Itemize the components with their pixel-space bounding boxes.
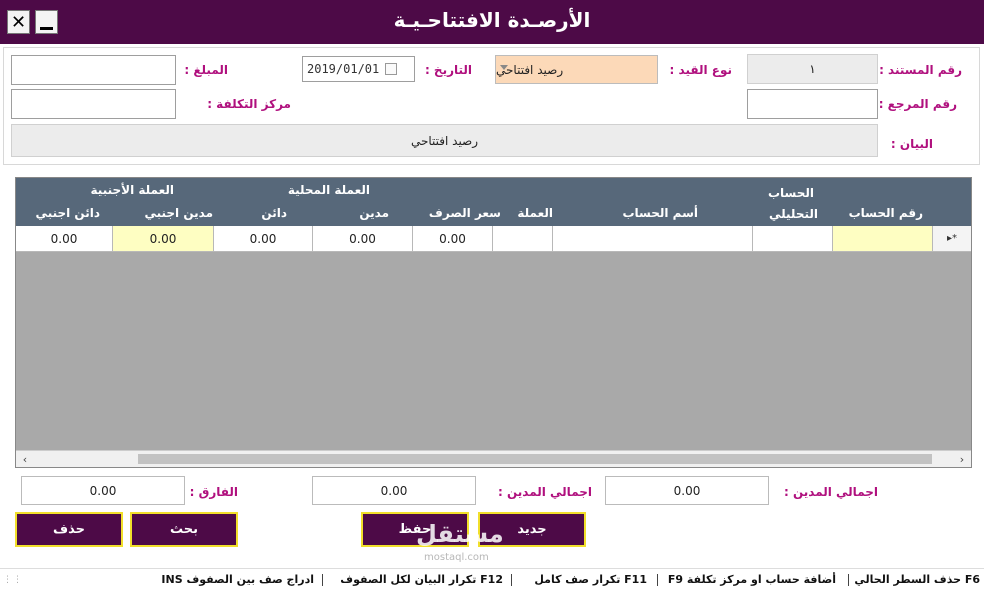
description-value: رصيد افتتاحي — [410, 133, 479, 148]
description-field[interactable]: رصيد افتتاحي — [11, 124, 878, 157]
shortcut-f11: F11 تكرار صف كامل — [534, 573, 647, 586]
watermark-logo: مستقل — [416, 520, 504, 548]
entry-type-select[interactable]: رصيد افتتاحي — [495, 55, 658, 84]
doc-no-label: رقم المستند : — [879, 63, 962, 77]
cell-account-no[interactable] — [833, 226, 933, 252]
cost-center-input[interactable] — [11, 89, 176, 119]
debit-total-field-1: 0.00 — [605, 476, 769, 505]
debit-total-label-2: اجمالي المدين : — [497, 485, 592, 499]
col-analytic-line2[interactable]: التحليلي — [769, 207, 818, 221]
chevron-down-icon — [500, 65, 508, 70]
cell-foreign-credit[interactable]: 0.00 — [16, 226, 113, 252]
cell-local-debit[interactable]: 0.00 — [313, 226, 413, 252]
shortcut-f12: F12 تكرار البيان لكل الصفوف — [340, 573, 503, 586]
col-foreign-credit[interactable]: دائن اجنبي — [36, 206, 100, 220]
col-group-foreign: العملة الأجنبية — [90, 183, 174, 197]
col-account-no[interactable]: رقم الحساب — [849, 206, 923, 220]
grid-header: رقم الحساب الحساب التحليلي أسم الحساب ال… — [16, 178, 971, 226]
cell-local-credit[interactable]: 0.00 — [214, 226, 313, 252]
col-local-credit[interactable]: دائن — [261, 206, 287, 220]
resize-grip-icon: ⋮⋮ — [3, 575, 23, 585]
cell-account-name[interactable] — [553, 226, 753, 252]
col-currency[interactable]: العملة — [517, 206, 553, 220]
window-title: الأرصـدة الافتتاحـيـة — [393, 8, 591, 32]
cell-analytic[interactable] — [753, 226, 833, 252]
ref-no-label: رقم المرجع : — [878, 97, 957, 111]
col-local-debit[interactable]: مدين — [359, 206, 389, 220]
chevron-right-icon[interactable]: › — [954, 452, 970, 466]
status-bar: ⋮⋮ F6 حذف السطر الحالي أضافة حساب او مرك… — [0, 568, 984, 591]
col-group-local: العملة المحلية — [287, 183, 370, 197]
minimize-icon — [40, 26, 53, 30]
entry-type-label: نوع القيد : — [669, 63, 732, 77]
col-rate[interactable]: سعر الصرف — [429, 206, 501, 220]
row-header[interactable]: ▸* — [933, 226, 971, 252]
amount-input[interactable] — [11, 55, 176, 85]
debit-total-label-1: اجمالي المدين : — [783, 485, 878, 499]
date-field[interactable]: 2019/01/01 — [302, 56, 415, 82]
col-foreign-debit[interactable]: مدين اجنبي — [144, 206, 213, 220]
col-account-name[interactable]: أسم الحساب — [622, 206, 698, 220]
amount-label: المبلغ : — [184, 63, 228, 77]
watermark-url: mostaql.com — [424, 552, 489, 563]
doc-no-value: ١ — [809, 62, 816, 76]
shortcut-f6: F6 حذف السطر الحالي — [854, 573, 980, 586]
status-separator — [322, 574, 323, 586]
date-label: التاريخ : — [424, 63, 472, 77]
calendar-icon[interactable] — [385, 63, 398, 75]
debit-total-field-2: 0.00 — [312, 476, 476, 505]
cell-currency[interactable] — [493, 226, 553, 252]
difference-field: 0.00 — [21, 476, 185, 505]
search-button[interactable]: بحث — [130, 512, 238, 547]
shortcut-ins: ادراج صف بين الصفوف INS — [161, 573, 314, 586]
minimize-button[interactable] — [35, 10, 58, 34]
description-label: البيان : — [890, 137, 933, 151]
status-separator — [657, 574, 658, 586]
col-analytic-line1[interactable]: الحساب — [768, 186, 814, 200]
delete-button[interactable]: حذف — [15, 512, 123, 547]
entries-grid[interactable]: رقم الحساب الحساب التحليلي أسم الحساب ال… — [15, 177, 972, 468]
horizontal-scrollbar[interactable]: ‹ › — [16, 450, 971, 467]
cell-foreign-debit[interactable]: 0.00 — [113, 226, 214, 252]
status-separator — [511, 574, 512, 586]
chevron-left-icon[interactable]: ‹ — [17, 452, 33, 466]
close-button[interactable]: ✕ — [7, 10, 30, 34]
title-bar: الأرصـدة الافتتاحـيـة ✕ — [0, 0, 984, 44]
difference-label: الفارق : — [189, 485, 238, 499]
close-icon: ✕ — [10, 11, 27, 33]
scrollbar-thumb[interactable] — [138, 454, 932, 464]
table-row[interactable]: 0.00 0.00 0.00 0.00 0.00 ▸* — [16, 226, 971, 252]
date-value: 2019/01/01 — [307, 62, 380, 76]
shortcut-f9: أضافة حساب او مركز تكلفة F9 — [667, 573, 836, 586]
cell-rate[interactable]: 0.00 — [413, 226, 493, 252]
ref-no-input[interactable] — [747, 89, 878, 119]
status-separator — [848, 574, 849, 586]
doc-no-field[interactable]: ١ — [747, 54, 878, 84]
cost-center-label: مركز التكلفة : — [207, 97, 291, 111]
